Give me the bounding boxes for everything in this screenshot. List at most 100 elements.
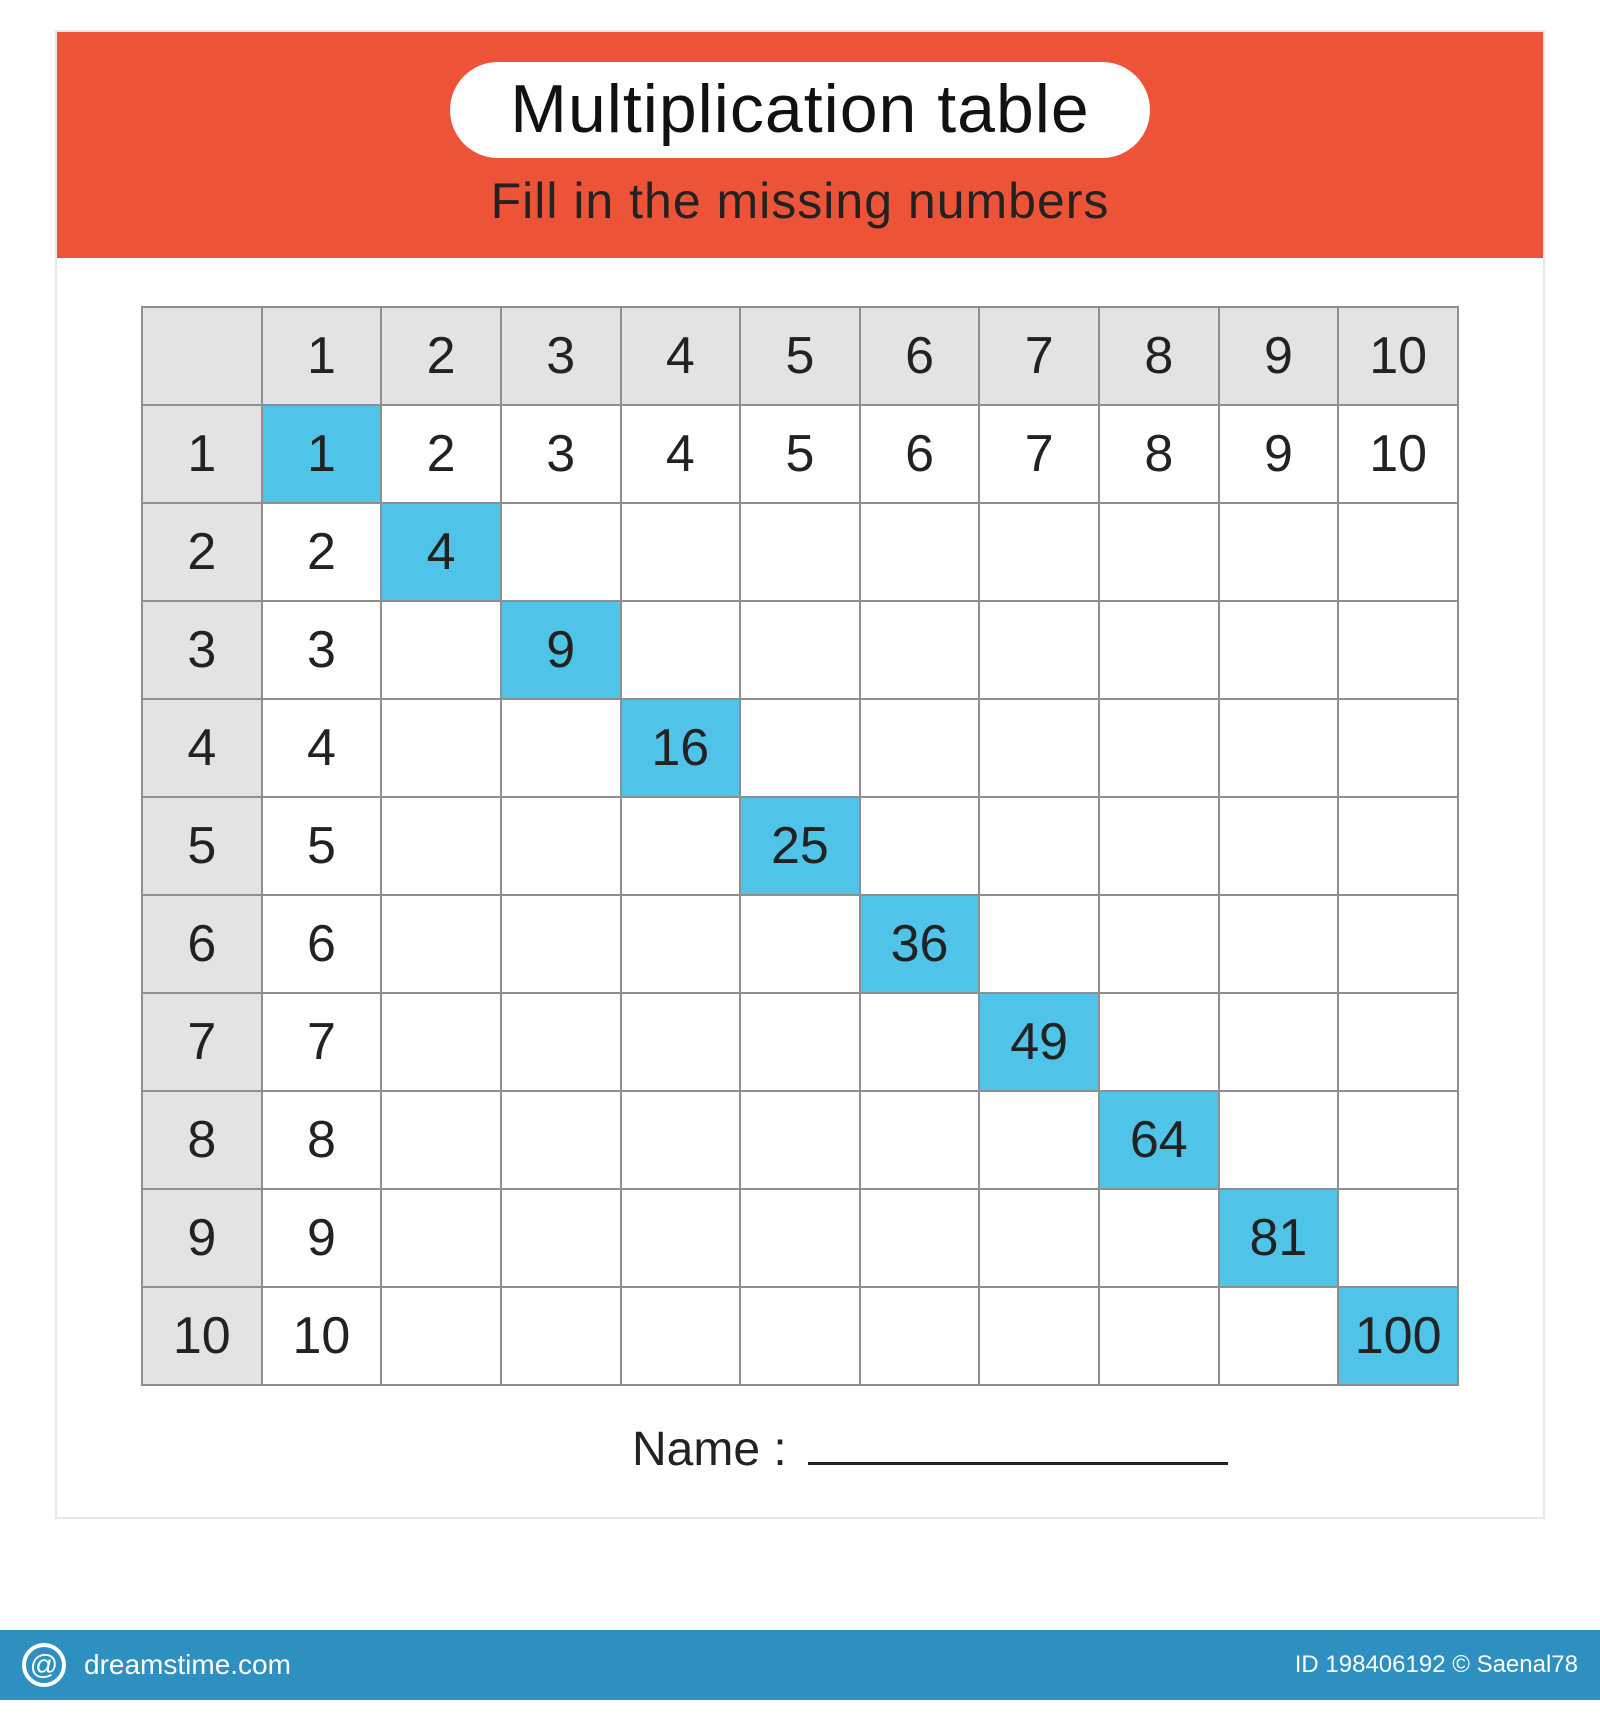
table-cell[interactable] <box>860 699 980 797</box>
table-cell[interactable] <box>740 503 860 601</box>
table-cell[interactable] <box>1099 1287 1219 1385</box>
table-cell[interactable] <box>1338 895 1458 993</box>
table-cell[interactable] <box>1219 503 1339 601</box>
row-header: 7 <box>142 993 262 1091</box>
table-cell: 7 <box>979 405 1099 503</box>
table-cell[interactable] <box>860 601 980 699</box>
table-cell[interactable] <box>1099 797 1219 895</box>
table-cell[interactable] <box>1219 699 1339 797</box>
table-cell[interactable] <box>1099 993 1219 1091</box>
table-cell[interactable] <box>1099 601 1219 699</box>
table-cell[interactable] <box>621 993 741 1091</box>
table-cell[interactable] <box>501 1189 621 1287</box>
table-cell[interactable] <box>381 699 501 797</box>
table-cell[interactable] <box>621 1189 741 1287</box>
table-cell[interactable] <box>1338 993 1458 1091</box>
row-header: 3 <box>142 601 262 699</box>
table-cell[interactable] <box>501 503 621 601</box>
table-cell[interactable] <box>740 1189 860 1287</box>
table-cell[interactable] <box>1338 503 1458 601</box>
table-cell[interactable] <box>740 601 860 699</box>
diagonal-cell: 16 <box>621 699 741 797</box>
table-cell: 5 <box>740 405 860 503</box>
table-cell: 8 <box>1099 405 1219 503</box>
table-cell[interactable] <box>1099 1189 1219 1287</box>
table-cell: 2 <box>262 503 382 601</box>
table-cell[interactable] <box>501 993 621 1091</box>
table-cell[interactable] <box>979 797 1099 895</box>
row-header: 9 <box>142 1189 262 1287</box>
table-cell[interactable] <box>621 503 741 601</box>
table-cell[interactable] <box>979 1091 1099 1189</box>
table-cell[interactable] <box>1219 993 1339 1091</box>
table-cell[interactable] <box>1338 797 1458 895</box>
table-cell[interactable] <box>1219 1287 1339 1385</box>
table-cell[interactable] <box>621 601 741 699</box>
table-cell[interactable] <box>740 699 860 797</box>
multiplication-table: 1234567891011234567891022433944165525663… <box>141 306 1459 1386</box>
col-header: 2 <box>381 307 501 405</box>
diagonal-cell: 64 <box>1099 1091 1219 1189</box>
table-cell[interactable] <box>381 1189 501 1287</box>
diagonal-cell: 4 <box>381 503 501 601</box>
table-cell: 4 <box>262 699 382 797</box>
table-cell[interactable] <box>381 993 501 1091</box>
diagonal-cell: 9 <box>501 601 621 699</box>
row-header: 5 <box>142 797 262 895</box>
table-cell[interactable] <box>1099 699 1219 797</box>
table-cell[interactable] <box>621 895 741 993</box>
table-cell[interactable] <box>979 1189 1099 1287</box>
header-bar: Multiplication table Fill in the missing… <box>57 32 1543 258</box>
table-cell[interactable] <box>621 1287 741 1385</box>
diagonal-cell: 49 <box>979 993 1099 1091</box>
table-container: 1234567891011234567891022433944165525663… <box>57 258 1543 1406</box>
col-header: 5 <box>740 307 860 405</box>
table-cell[interactable] <box>621 797 741 895</box>
table-cell[interactable] <box>860 797 980 895</box>
table-cell[interactable] <box>979 895 1099 993</box>
table-cell[interactable] <box>740 1287 860 1385</box>
table-cell: 2 <box>381 405 501 503</box>
table-cell[interactable] <box>381 1287 501 1385</box>
col-header: 9 <box>1219 307 1339 405</box>
table-cell[interactable] <box>1219 895 1339 993</box>
table-cell[interactable] <box>860 503 980 601</box>
table-cell[interactable] <box>1338 1189 1458 1287</box>
table-cell[interactable] <box>1338 601 1458 699</box>
col-header: 1 <box>262 307 382 405</box>
table-cell[interactable] <box>740 1091 860 1189</box>
table-cell[interactable] <box>381 895 501 993</box>
table-cell[interactable] <box>1219 797 1339 895</box>
table-cell[interactable] <box>501 797 621 895</box>
table-cell[interactable] <box>621 1091 741 1189</box>
diagonal-cell: 81 <box>1219 1189 1339 1287</box>
table-cell[interactable] <box>501 1091 621 1189</box>
table-cell[interactable] <box>979 699 1099 797</box>
name-input-line[interactable] <box>808 1459 1228 1465</box>
col-header: 3 <box>501 307 621 405</box>
table-cell[interactable] <box>1099 503 1219 601</box>
table-cell[interactable] <box>979 1287 1099 1385</box>
table-cell[interactable] <box>860 993 980 1091</box>
table-cell[interactable] <box>860 1189 980 1287</box>
table-cell[interactable] <box>1219 601 1339 699</box>
table-cell[interactable] <box>860 1287 980 1385</box>
table-cell[interactable] <box>501 895 621 993</box>
table-cell[interactable] <box>501 1287 621 1385</box>
table-cell[interactable] <box>501 699 621 797</box>
table-cell[interactable] <box>1338 699 1458 797</box>
table-cell[interactable] <box>1338 1091 1458 1189</box>
row-header: 8 <box>142 1091 262 1189</box>
table-cell[interactable] <box>381 797 501 895</box>
table-cell: 7 <box>262 993 382 1091</box>
table-cell[interactable] <box>740 993 860 1091</box>
table-cell[interactable] <box>979 601 1099 699</box>
table-cell[interactable] <box>979 503 1099 601</box>
table-cell[interactable] <box>1219 1091 1339 1189</box>
table-cell: 10 <box>262 1287 382 1385</box>
table-cell[interactable] <box>860 1091 980 1189</box>
table-cell[interactable] <box>1099 895 1219 993</box>
table-cell[interactable] <box>740 895 860 993</box>
table-cell[interactable] <box>381 601 501 699</box>
table-cell[interactable] <box>381 1091 501 1189</box>
